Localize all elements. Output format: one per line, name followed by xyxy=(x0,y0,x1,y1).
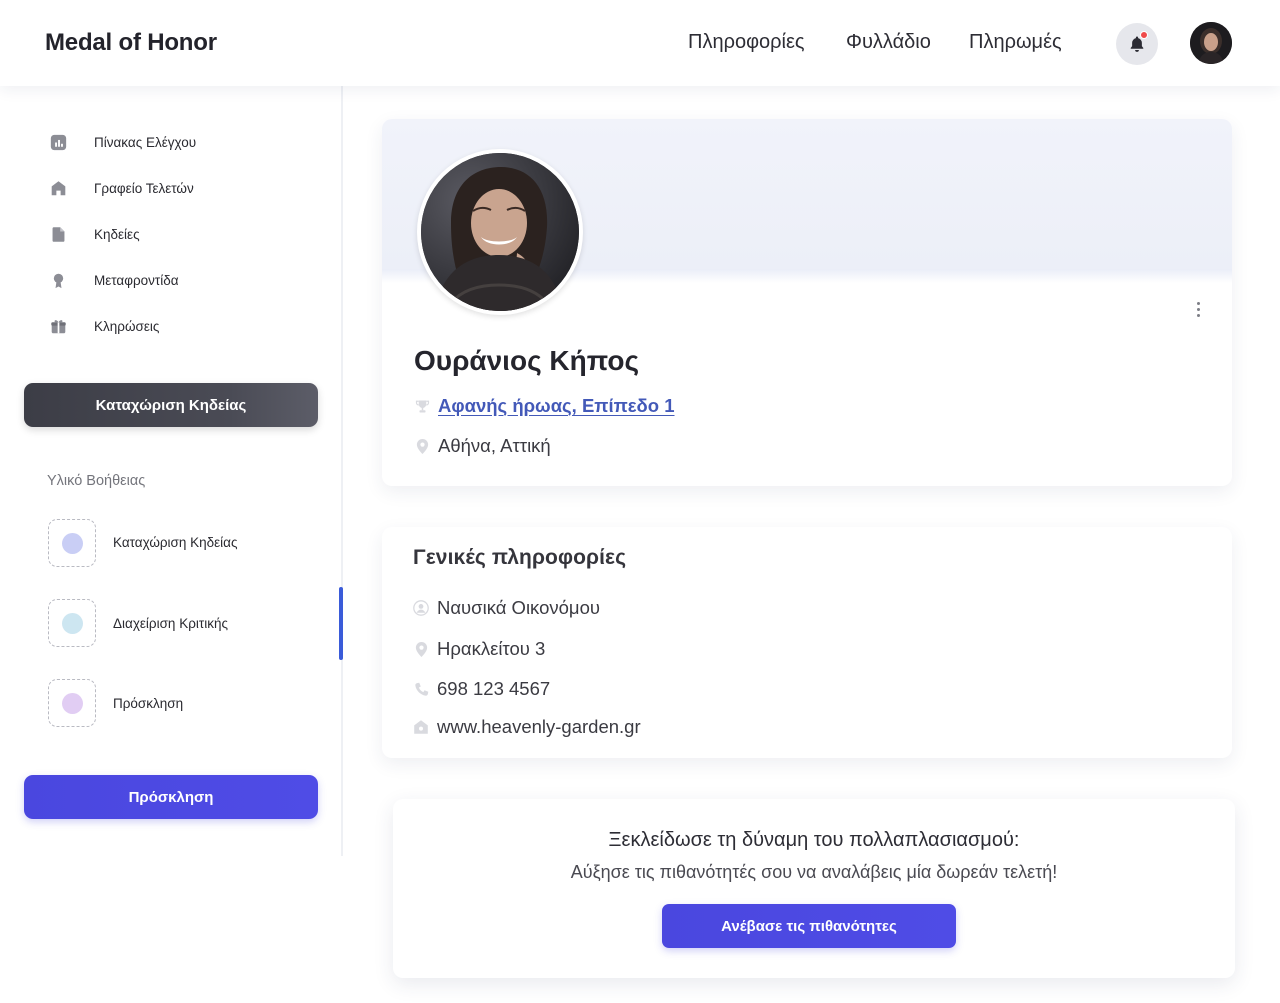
help-item-register-label[interactable]: Καταχώριση Κηδείας xyxy=(113,535,237,550)
general-info-title: Γενικές πληροφορίες xyxy=(413,546,627,569)
location-pin-icon xyxy=(414,437,430,455)
top-header: Medal of Honor Πληροφορίες Φυλλάδιο Πληρ… xyxy=(0,0,1280,86)
award-icon xyxy=(48,270,68,290)
sidebar-scrollbar[interactable] xyxy=(339,587,343,660)
help-dot xyxy=(61,692,83,714)
help-item-register-icon[interactable] xyxy=(48,519,96,567)
sidebar-item-draws[interactable]: Κληρώσεις xyxy=(48,314,159,338)
nav-link-payments[interactable]: Πληρωμές xyxy=(969,31,1062,54)
info-phone-row: 698 123 4567 xyxy=(413,678,550,700)
info-phone[interactable]: 698 123 4567 xyxy=(437,678,550,700)
help-dot xyxy=(61,612,83,634)
chart-icon xyxy=(48,132,68,152)
sidebar-item-funeral-home[interactable]: Γραφείο Τελετών xyxy=(48,176,194,200)
profile-location-row: Αθήνα, Αττική xyxy=(414,435,551,457)
boost-chances-button[interactable]: Ανέβασε τις πιθανότητες xyxy=(662,904,956,948)
sidebar-item-label: Κληρώσεις xyxy=(94,318,160,334)
sidebar-item-label: Κηδείες xyxy=(94,226,140,242)
info-contact-row: Ναυσικά Οικονόμου xyxy=(413,597,600,619)
location-pin-icon xyxy=(413,640,429,658)
trophy-icon xyxy=(414,397,430,415)
info-website[interactable]: www.heavenly-garden.gr xyxy=(437,716,641,738)
help-item-invite-icon[interactable] xyxy=(48,679,96,727)
help-item-reviews-icon[interactable] xyxy=(48,599,96,647)
more-options-icon[interactable] xyxy=(1190,299,1206,319)
register-funeral-button[interactable]: Καταχώριση Κηδείας xyxy=(24,383,318,427)
profile-card: Ουράνιος Κήπος Αφανής ήρωας, Επίπεδο 1 Α… xyxy=(382,119,1232,486)
sidebar xyxy=(0,86,343,856)
nav-link-info[interactable]: Πληροφορίες xyxy=(688,31,805,54)
promo-subtitle: Αύξησε τις πιθανότητές σου να αναλάβεις … xyxy=(570,862,1058,882)
home-icon xyxy=(413,718,429,736)
user-circle-icon xyxy=(413,599,429,617)
sidebar-item-label: Γραφείο Τελετών xyxy=(94,180,194,196)
help-item-invite-label[interactable]: Πρόσκληση xyxy=(113,696,183,711)
sidebar-item-aftercare[interactable]: Μεταφροντίδα xyxy=(48,268,179,292)
home-icon xyxy=(48,178,68,198)
help-dot xyxy=(61,532,83,554)
notification-dot xyxy=(1140,31,1148,39)
general-info-card: Γενικές πληροφορίες Ναυσικά Οικονόμου Ηρ… xyxy=(382,527,1232,758)
user-avatar[interactable] xyxy=(1190,22,1232,64)
profile-location: Αθήνα, Αττική xyxy=(438,435,551,456)
info-website-row: www.heavenly-garden.gr xyxy=(413,716,641,738)
profile-avatar[interactable] xyxy=(417,149,583,315)
brand-title[interactable]: Medal of Honor xyxy=(45,29,217,57)
info-address: Ηρακλείτου 3 xyxy=(437,638,546,659)
help-item-reviews-label[interactable]: Διαχείριση Κριτικής xyxy=(113,616,228,631)
promo-card: Ξεκλείδωσε τη δύναμη του πολλαπλασιασμού… xyxy=(393,799,1235,978)
sidebar-item-label: Μεταφροντίδα xyxy=(94,272,179,288)
notifications-button[interactable] xyxy=(1116,23,1158,65)
profile-name: Ουράνιος Κήπος xyxy=(414,345,640,376)
sidebar-item-dashboard[interactable]: Πίνακας Ελέγχου xyxy=(48,130,196,154)
profile-rank-link[interactable]: Αφανής ήρωας, Επίπεδο 1 xyxy=(438,395,675,417)
document-icon xyxy=(48,224,68,244)
nav-link-brochure[interactable]: Φυλλάδιο xyxy=(846,31,931,54)
invite-button[interactable]: Πρόσκληση xyxy=(24,775,318,819)
sidebar-item-funerals[interactable]: Κηδείες xyxy=(48,222,140,246)
help-section-title: Υλικό Βοήθειας xyxy=(47,473,146,489)
info-contact: Ναυσικά Οικονόμου xyxy=(437,597,600,618)
gift-icon xyxy=(48,316,68,336)
profile-rank-row: Αφανής ήρωας, Επίπεδο 1 xyxy=(414,395,675,417)
promo-title: Ξεκλείδωσε τη δύναμη του πολλαπλασιασμού… xyxy=(608,829,1020,851)
phone-icon xyxy=(413,680,429,698)
info-address-row: Ηρακλείτου 3 xyxy=(413,638,545,660)
sidebar-item-label: Πίνακας Ελέγχου xyxy=(94,134,197,150)
